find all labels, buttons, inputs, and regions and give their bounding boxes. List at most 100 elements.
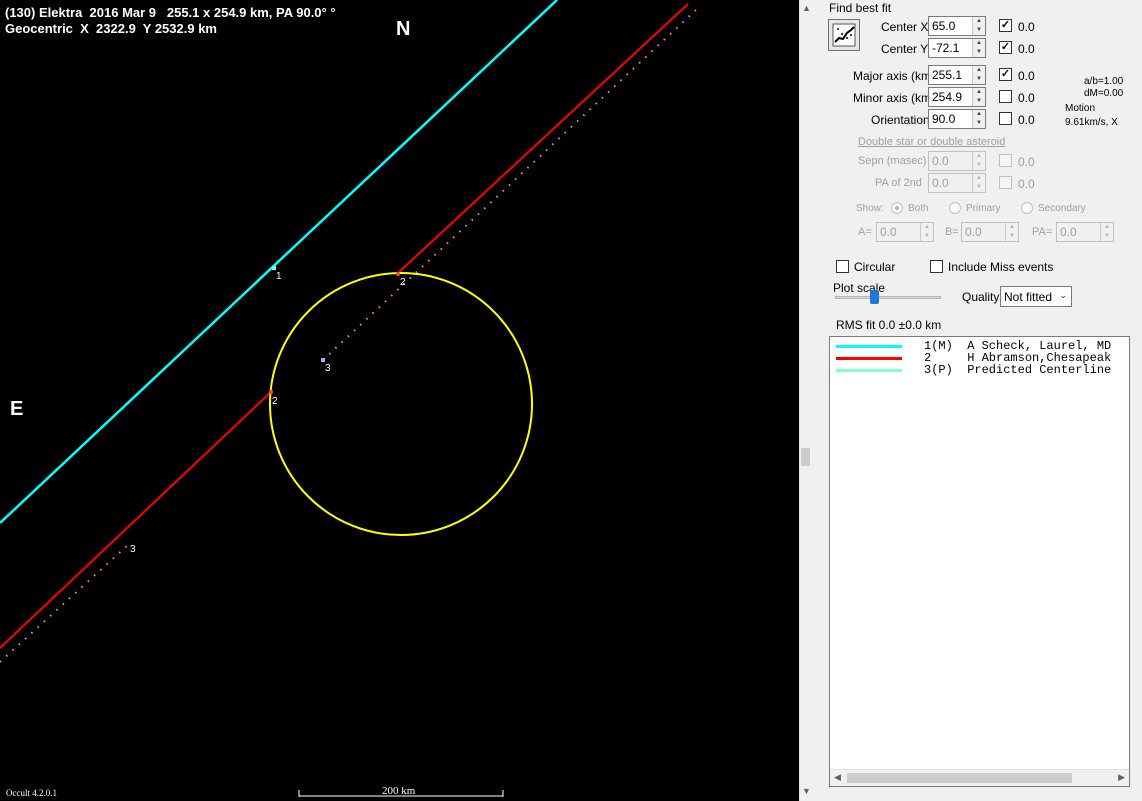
show-primary-label: Primary <box>966 203 1001 214</box>
minor-axis-label: Minor axis (km) <box>853 91 936 105</box>
center-y-input[interactable]: -72.1 ▲ ▼ <box>928 38 986 58</box>
chevron-down-icon: ⌄ <box>1059 290 1067 300</box>
minor-axis-fit-checkbox[interactable] <box>999 90 1012 103</box>
motion-value: 9.61km/s, X <box>1065 117 1118 128</box>
spin-up-icon: ▲ <box>976 111 982 117</box>
orientation-fit-checkbox[interactable] <box>999 112 1012 125</box>
minor-axis-input[interactable]: 254.9 ▲ ▼ <box>928 87 986 107</box>
circular-label: Circular <box>854 260 896 274</box>
scroll-down-icon[interactable]: ▼ <box>802 786 811 796</box>
list-horizontal-scrollbar[interactable]: ◀ ▶ <box>830 769 1129 786</box>
sepn-checkbox[interactable] <box>999 154 1012 167</box>
scroll-thumb[interactable] <box>847 773 1072 783</box>
scroll-right-icon[interactable]: ▶ <box>1118 772 1125 783</box>
spin-down-icon: ▼ <box>976 120 982 126</box>
rms-fit-label: RMS fit 0.0 ±0.0 km <box>836 318 942 332</box>
show-secondary-label: Secondary <box>1038 203 1086 214</box>
center-x-input[interactable]: 65.0 ▲ ▼ <box>928 16 986 36</box>
include-miss-checkbox[interactable] <box>930 260 943 273</box>
pa-eq-label: PA= <box>1032 226 1053 238</box>
ab-ratio: a/b=1.00 <box>1084 76 1124 87</box>
show-both-label: Both <box>908 203 929 214</box>
pa2nd-result: 0.0 <box>1018 177 1035 191</box>
find-best-fit-button[interactable] <box>828 19 860 51</box>
a-eq-label: A= <box>858 226 872 238</box>
include-miss-label: Include Miss events <box>948 260 1054 274</box>
spin-down-icon: ▼ <box>976 76 982 82</box>
b-eq-input[interactable]: 0.0 ▲ ▼ <box>961 222 1019 242</box>
pa-eq-input[interactable]: 0.0 ▲ ▼ <box>1056 222 1114 242</box>
line-swatch <box>836 357 902 360</box>
sepn-input[interactable]: 0.0 ▲ ▼ <box>928 151 986 171</box>
observer-list[interactable]: 1(M) A Scheck, Laurel, MD 2 H Abramson,C… <box>829 336 1130 787</box>
center-x-label: Center X <box>881 20 929 34</box>
spin-up-icon: ▲ <box>976 67 982 73</box>
b-eq-label: B= <box>945 226 959 238</box>
pa2nd-input[interactable]: 0.0 ▲ ▼ <box>928 173 986 193</box>
center-y-fit-checkbox[interactable]: ✓ <box>999 41 1012 54</box>
chord-label-3-center: 3 <box>325 363 331 374</box>
event-marker-2-lower <box>269 390 273 394</box>
occultation-plot[interactable]: 1 2 3 2 3 (130) Elektra 2016 Mar 9 255.1… <box>0 0 799 801</box>
line-swatch <box>836 369 902 372</box>
plot-header-geocentric: Geocentric X 2322.9 Y 2532.9 km <box>5 21 217 36</box>
spin-down-icon: ▼ <box>976 98 982 104</box>
dotted-path-lower <box>0 542 131 663</box>
orientation-label: Orientation <box>871 113 930 127</box>
show-both-radio[interactable] <box>891 202 903 214</box>
major-axis-result: 0.0 <box>1018 69 1035 83</box>
spin-up-icon: ▲ <box>976 89 982 95</box>
show-primary-radio[interactable] <box>949 202 961 214</box>
scale-label: 200 km <box>382 785 416 797</box>
east-label: E <box>10 398 24 420</box>
major-axis-fit-checkbox[interactable]: ✓ <box>999 68 1012 81</box>
quality-label: Quality <box>962 290 1000 304</box>
spin-down-icon: ▼ <box>976 49 982 55</box>
spin-down-icon: ▼ <box>976 27 982 33</box>
event-marker-2-upper <box>396 272 400 276</box>
show-secondary-radio[interactable] <box>1021 202 1033 214</box>
line-swatch <box>836 345 902 348</box>
spin-up-icon: ▲ <box>976 18 982 24</box>
dm-value: dM=0.00 <box>1084 88 1124 99</box>
dotted-path-upper <box>322 7 699 361</box>
plot-scale-slider[interactable] <box>835 296 941 299</box>
chord-line-1 <box>0 0 558 524</box>
a-eq-input[interactable]: 0.0 ▲ ▼ <box>876 222 934 242</box>
minor-axis-result: 0.0 <box>1018 91 1035 105</box>
circular-checkbox[interactable] <box>836 260 849 273</box>
panel-scrollbar[interactable]: ▲ ▼ <box>799 0 812 801</box>
orientation-result: 0.0 <box>1018 113 1035 127</box>
list-item[interactable]: 3(P) Predicted Centerline <box>830 363 1129 377</box>
sepn-result: 0.0 <box>1018 155 1035 169</box>
pa2nd-checkbox[interactable] <box>999 176 1012 189</box>
show-label: Show: <box>856 203 884 214</box>
asteroid-outline <box>269 272 533 536</box>
center-y-label: Center Y <box>881 42 929 56</box>
center-y-result: 0.0 <box>1018 42 1035 56</box>
chord-line-2-lower <box>0 391 272 649</box>
event-marker-1 <box>272 266 276 270</box>
orientation-input[interactable]: 90.0 ▲ ▼ <box>928 109 986 129</box>
sepn-label: Sepn (masec) <box>858 155 927 167</box>
quality-select[interactable]: Not fitted ⌄ <box>1000 286 1072 307</box>
scroll-up-icon[interactable]: ▲ <box>802 3 811 13</box>
chord-label-1: 1 <box>276 271 282 282</box>
center-x-fit-checkbox[interactable]: ✓ <box>999 19 1012 32</box>
center-x-result: 0.0 <box>1018 20 1035 34</box>
chord-line-2-upper <box>397 3 689 274</box>
plot-header-title: (130) Elektra 2016 Mar 9 255.1 x 254.9 k… <box>5 5 336 20</box>
fit-control-panel: Find best fit Center X 65.0 ▲ ▼ ✓ 0.0 Cen… <box>813 0 1142 801</box>
motion-label: Motion <box>1065 103 1096 114</box>
double-star-link[interactable]: Double star or double asteroid <box>858 136 1005 148</box>
scroll-thumb[interactable] <box>801 448 810 466</box>
major-axis-input[interactable]: 255.1 ▲ ▼ <box>928 65 986 85</box>
find-best-fit-label: Find best fit <box>829 1 892 15</box>
major-axis-label: Major axis (km) <box>853 69 936 83</box>
chord-label-3-lower: 3 <box>130 544 136 555</box>
version-label: Occult 4.2.0.1 <box>6 788 57 798</box>
plot-canvas: 1 2 3 2 3 <box>0 0 699 797</box>
event-marker-3-center <box>321 358 325 362</box>
scroll-left-icon[interactable]: ◀ <box>834 772 841 783</box>
plot-scale-slider-thumb[interactable] <box>870 290 879 304</box>
